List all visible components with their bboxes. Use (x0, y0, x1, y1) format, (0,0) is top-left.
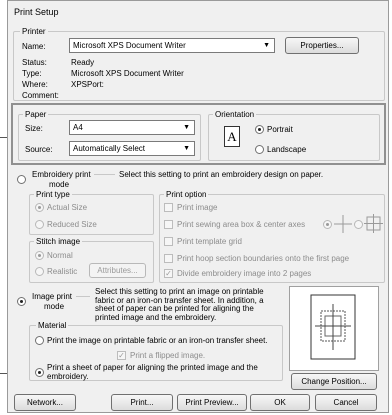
print-image-checkbox[interactable] (164, 203, 173, 212)
change-position-button[interactable]: Change Position... (291, 373, 377, 390)
embroidery-mode-label-line2[interactable]: mode (49, 180, 69, 189)
print-flipped-checkbox[interactable]: ✓ (117, 351, 126, 360)
cancel-button[interactable]: Cancel (315, 394, 377, 411)
paper-source-value: Automatically Select (73, 144, 146, 153)
print-setup-dialog: Print Setup Printer Name: Microsoft XPS … (7, 0, 389, 413)
placement-preview-icon (310, 294, 356, 360)
image-print-mode-radio[interactable] (17, 297, 26, 306)
paper-size-value: A4 (73, 123, 83, 132)
stitch-normal-radio[interactable] (35, 251, 44, 260)
actual-size-label[interactable]: Actual Size (47, 203, 87, 212)
divide-embroidery-label[interactable]: Divide embroidery image into 2 pages (177, 269, 311, 278)
reduced-size-label[interactable]: Reduced Size (47, 220, 97, 229)
printer-name-value: Microsoft XPS Document Writer (73, 41, 186, 50)
center-axes-cross-icon (334, 215, 352, 233)
network-button[interactable]: Network... (14, 394, 76, 411)
ok-button[interactable]: OK (250, 394, 310, 411)
printer-name-select[interactable]: Microsoft XPS Document Writer ▼ (69, 38, 275, 53)
stitch-image-group-label: Stitch image (34, 237, 83, 246)
embroidery-print-mode-radio[interactable] (17, 175, 26, 184)
print-template-grid-label[interactable]: Print template grid (177, 237, 242, 246)
stitch-realistic-label[interactable]: Realistic (47, 267, 77, 276)
print-preview-button[interactable]: Print Preview... (177, 394, 247, 411)
chevron-down-icon: ▼ (183, 124, 190, 131)
print-option-group-label: Print option (164, 190, 209, 199)
printer-group-label: Printer (20, 27, 48, 36)
paper-source-label: Source: (25, 145, 53, 154)
portrait-radio[interactable] (255, 125, 264, 134)
image-mode-description: Select this setting to print an image on… (95, 287, 264, 322)
material-option1-radio[interactable] (35, 336, 44, 345)
paper-size-label: Size: (25, 124, 43, 133)
print-sewing-area-label[interactable]: Print sewing area box & center axes (177, 220, 305, 229)
where-label: Where: (22, 80, 48, 89)
material-option1-label[interactable]: Print the image on printable fabric or a… (47, 336, 268, 345)
status-label: Status: (22, 58, 47, 67)
print-image-label[interactable]: Print image (177, 203, 217, 212)
paper-group-label: Paper (23, 110, 49, 119)
dialog-title: Print Setup (14, 7, 59, 17)
attributes-button[interactable]: Attributes... (89, 263, 146, 278)
embroidery-mode-label-line1[interactable]: Embroidery print (32, 170, 91, 179)
material-option2-radio[interactable] (35, 368, 44, 377)
reduced-size-radio[interactable] (35, 220, 44, 229)
comment-label: Comment: (22, 91, 59, 100)
portrait-page-icon: A (224, 126, 240, 147)
chevron-down-icon: ▼ (263, 42, 270, 49)
box-axes-radio[interactable] (354, 220, 363, 229)
print-hoop-section-checkbox[interactable] (164, 254, 173, 263)
properties-button[interactable]: Properties... (285, 37, 359, 54)
type-label: Type: (22, 69, 42, 78)
image-mode-divider (76, 296, 90, 297)
material-group-label: Material (36, 321, 69, 330)
stitch-realistic-radio[interactable] (35, 267, 44, 276)
box-axes-icon (364, 214, 383, 233)
where-value: XPSPort: (71, 80, 104, 89)
material-option2-label[interactable]: Print a sheet of paper for aligning the … (47, 363, 277, 381)
print-template-grid-checkbox[interactable] (164, 237, 173, 246)
paper-source-select[interactable]: Automatically Select ▼ (69, 141, 195, 156)
landscape-radio[interactable] (255, 145, 264, 154)
print-type-group-label: Print type (34, 190, 72, 199)
embroidery-mode-description: Select this setting to print an embroide… (119, 170, 324, 179)
center-axes-radio[interactable] (323, 220, 332, 229)
print-button[interactable]: Print... (111, 394, 173, 411)
embroidery-mode-divider (94, 174, 115, 175)
paper-size-select[interactable]: A4 ▼ (69, 120, 195, 135)
chevron-down-icon: ▼ (183, 145, 190, 152)
print-sewing-area-checkbox[interactable] (164, 220, 173, 229)
landscape-label[interactable]: Landscape (267, 145, 306, 154)
image-mode-label-line2[interactable]: mode (44, 302, 64, 311)
orientation-group-label: Orientation (213, 110, 257, 119)
type-value: Microsoft XPS Document Writer (71, 69, 184, 78)
print-hoop-section-label[interactable]: Print hoop section boundaries onto the f… (177, 254, 349, 263)
stitch-normal-label[interactable]: Normal (47, 251, 73, 260)
orientation-icon-letter: A (227, 129, 237, 144)
divide-embroidery-checkbox[interactable]: ✓ (164, 269, 173, 278)
printer-name-label: Name: (22, 42, 46, 51)
image-mode-label-line1[interactable]: Image print (32, 292, 72, 301)
portrait-label[interactable]: Portrait (267, 125, 293, 134)
status-value: Ready (71, 58, 95, 67)
actual-size-radio[interactable] (35, 203, 44, 212)
print-flipped-label[interactable]: Print a flipped image. (130, 351, 205, 360)
